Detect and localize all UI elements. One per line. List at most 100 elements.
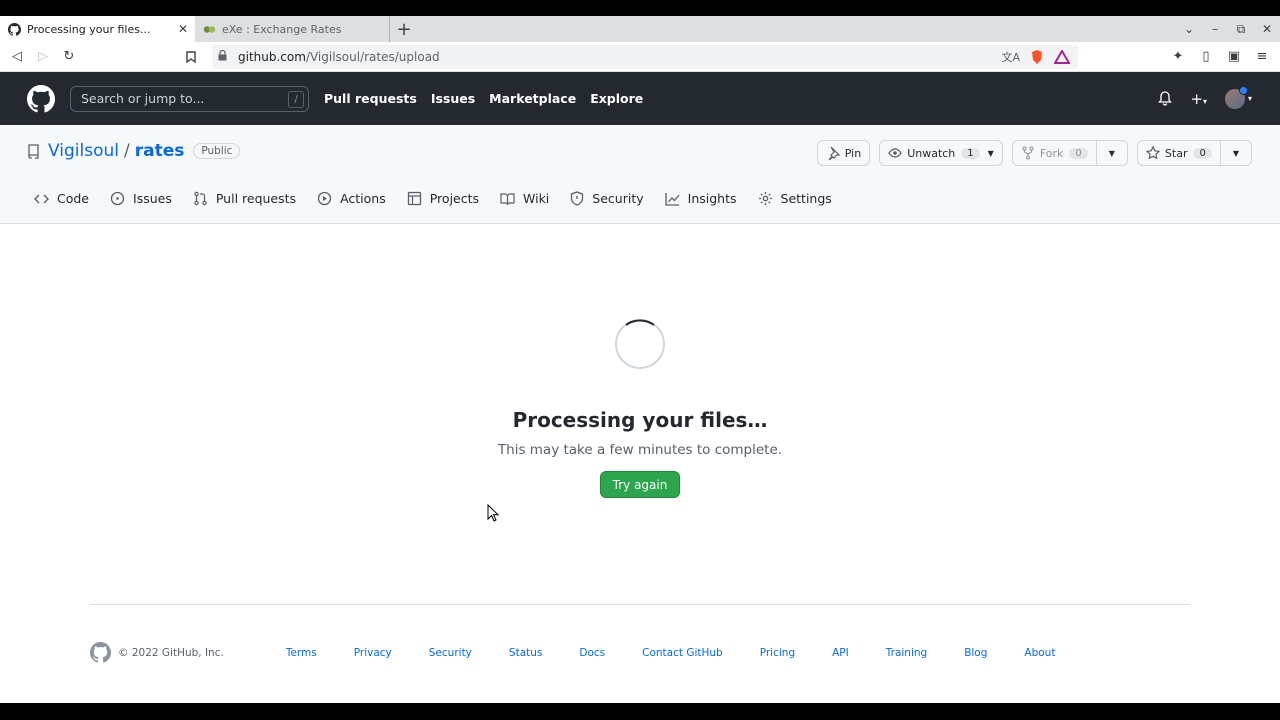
chevron-down-icon: ▼ — [1108, 148, 1115, 158]
tab-code[interactable]: Code — [34, 191, 89, 206]
forward-icon[interactable]: ▷ — [30, 44, 56, 70]
brave-rewards-icon[interactable] — [1054, 49, 1070, 64]
window-controls: ⌄ – ⧉ ✕ — [1176, 16, 1280, 42]
footer-link-pricing[interactable]: Pricing — [760, 647, 795, 659]
nav-issues[interactable]: Issues — [431, 91, 475, 106]
processing-title: Processing your files… — [512, 408, 768, 432]
shield-icon — [571, 191, 584, 206]
tab-title: eXe : Exchange Rates — [222, 22, 342, 36]
repo-icon — [28, 143, 39, 159]
url-field[interactable]: github.com/Vigilsoul/rates/upload 文A — [212, 44, 1078, 69]
translate-icon[interactable]: 文A — [1001, 49, 1020, 65]
footer-link-training[interactable]: Training — [886, 647, 927, 659]
try-again-button[interactable]: Try again — [600, 471, 680, 498]
footer-link-contact[interactable]: Contact GitHub — [642, 647, 723, 659]
nav-marketplace[interactable]: Marketplace — [489, 91, 576, 106]
tab-title: Processing your files... — [27, 22, 151, 36]
tab-security[interactable]: Security — [570, 191, 644, 206]
tab-actions[interactable]: Actions — [317, 191, 386, 206]
github-favicon-icon — [8, 22, 21, 36]
repo-tabs: Code Issues Pull requests Actions Projec… — [34, 191, 832, 206]
footer-links: Terms Privacy Security Status Docs Conta… — [286, 647, 1056, 659]
tab-label: Issues — [133, 191, 172, 206]
footer-link-privacy[interactable]: Privacy — [354, 647, 392, 659]
fork-label: Fork — [1039, 146, 1064, 160]
pull-request-icon — [194, 191, 207, 206]
tab-close-icon[interactable]: ✕ — [175, 22, 191, 36]
search-placeholder: Search or jump to... — [81, 91, 205, 106]
gear-icon — [758, 192, 772, 205]
tab-label: Pull requests — [215, 191, 297, 206]
nav-explore[interactable]: Explore — [590, 91, 643, 106]
footer-link-docs[interactable]: Docs — [579, 647, 605, 659]
repo-owner-link[interactable]: Vigilsoul — [48, 141, 119, 161]
graph-icon — [664, 192, 680, 206]
footer-link-about[interactable]: About — [1024, 647, 1055, 659]
footer-divider — [90, 604, 1190, 605]
tab-wiki[interactable]: Wiki — [500, 191, 549, 206]
nav-pull-requests[interactable]: Pull requests — [324, 91, 417, 106]
header-nav: Pull requests Issues Marketplace Explore — [324, 91, 643, 106]
repo-name-link[interactable]: rates — [135, 141, 185, 161]
bookmark-icon[interactable] — [178, 44, 204, 70]
url-path: /Vigilsoul/rates/upload — [305, 49, 440, 64]
processing-subtitle: This may take a few minutes to complete. — [497, 442, 783, 458]
tab-label: Projects — [429, 191, 480, 206]
footer-link-security[interactable]: Security — [429, 647, 472, 659]
pin-button[interactable]: Pin — [816, 140, 871, 166]
back-icon[interactable]: ◁ — [4, 44, 30, 70]
github-mark-icon[interactable] — [90, 642, 111, 663]
unwatch-button[interactable]: Unwatch 1 ▼ — [879, 140, 1003, 166]
extensions-icon[interactable]: ✦ — [1168, 49, 1188, 64]
tab-strip: Processing your files... ✕ eXe : Exchang… — [0, 16, 1280, 42]
header-right: +▾ ▾ — [1158, 85, 1280, 109]
tab-projects[interactable]: Projects — [407, 191, 479, 206]
play-icon — [317, 191, 332, 206]
tab-issues[interactable]: Issues — [110, 191, 172, 206]
browser-tab-exchange-rates[interactable]: eXe : Exchange Rates — [195, 16, 390, 42]
book-icon — [500, 192, 515, 205]
repo-header: Vigilsoul / rates Public Pin Unwatch 1 ▼… — [0, 125, 1280, 224]
tab-label: Settings — [780, 191, 832, 206]
sidebar-icon[interactable]: ▯ — [1196, 49, 1216, 64]
browser-tab-active[interactable]: Processing your files... ✕ — [0, 16, 195, 42]
star-label: Star — [1164, 146, 1188, 160]
repo-title: Vigilsoul / rates Public — [27, 141, 241, 161]
footer-link-blog[interactable]: Blog — [964, 647, 987, 659]
user-menu[interactable]: ▾ — [1224, 85, 1252, 109]
toolbar-icons: ✦ ▯ ▣ ≡ — [1168, 49, 1280, 64]
reload-icon[interactable]: ↻ — [56, 44, 82, 70]
star-dropdown[interactable]: ▼ — [1219, 141, 1251, 165]
notifications-bell-icon[interactable] — [1158, 91, 1173, 106]
loading-spinner-icon — [615, 319, 665, 369]
footer-link-status[interactable]: Status — [509, 647, 542, 659]
star-button[interactable]: Star 0 ▼ — [1136, 140, 1252, 166]
close-window-icon[interactable]: ✕ — [1254, 22, 1280, 36]
footer-link-terms[interactable]: Terms — [286, 647, 317, 659]
brave-shield-icon[interactable] — [1030, 49, 1044, 65]
star-icon — [1145, 146, 1160, 160]
fork-button[interactable]: Fork 0 ▼ — [1011, 140, 1128, 166]
fork-count: 0 — [1069, 147, 1088, 159]
tab-insights[interactable]: Insights — [664, 191, 737, 206]
url-actions: 文A — [1001, 49, 1070, 65]
github-logo-icon[interactable] — [27, 84, 55, 113]
footer-link-api[interactable]: API — [832, 647, 849, 659]
footer: © 2022 GitHub, Inc. Terms Privacy Securi… — [90, 642, 1055, 663]
status-dot-icon — [1238, 85, 1248, 95]
eye-icon — [888, 148, 902, 158]
fork-dropdown[interactable]: ▼ — [1095, 141, 1127, 165]
menu-icon[interactable]: ≡ — [1252, 49, 1272, 64]
mouse-cursor-icon — [487, 504, 499, 522]
create-new-plus-icon[interactable]: +▾ — [1190, 90, 1207, 108]
wallet-icon[interactable]: ▣ — [1224, 49, 1244, 64]
minimize-icon[interactable]: – — [1202, 22, 1228, 36]
repo-actions: Pin Unwatch 1 ▼ Fork 0 ▼ Star 0 ▼ — [816, 140, 1252, 166]
tab-pull-requests[interactable]: Pull requests — [193, 191, 296, 206]
tab-label: Actions — [340, 191, 386, 206]
search-input[interactable]: Search or jump to... / — [70, 85, 309, 112]
new-tab-button[interactable]: + — [390, 16, 418, 42]
tab-settings[interactable]: Settings — [758, 191, 832, 206]
restore-icon[interactable]: ⧉ — [1228, 22, 1254, 37]
tab-search-icon[interactable]: ⌄ — [1176, 22, 1202, 36]
